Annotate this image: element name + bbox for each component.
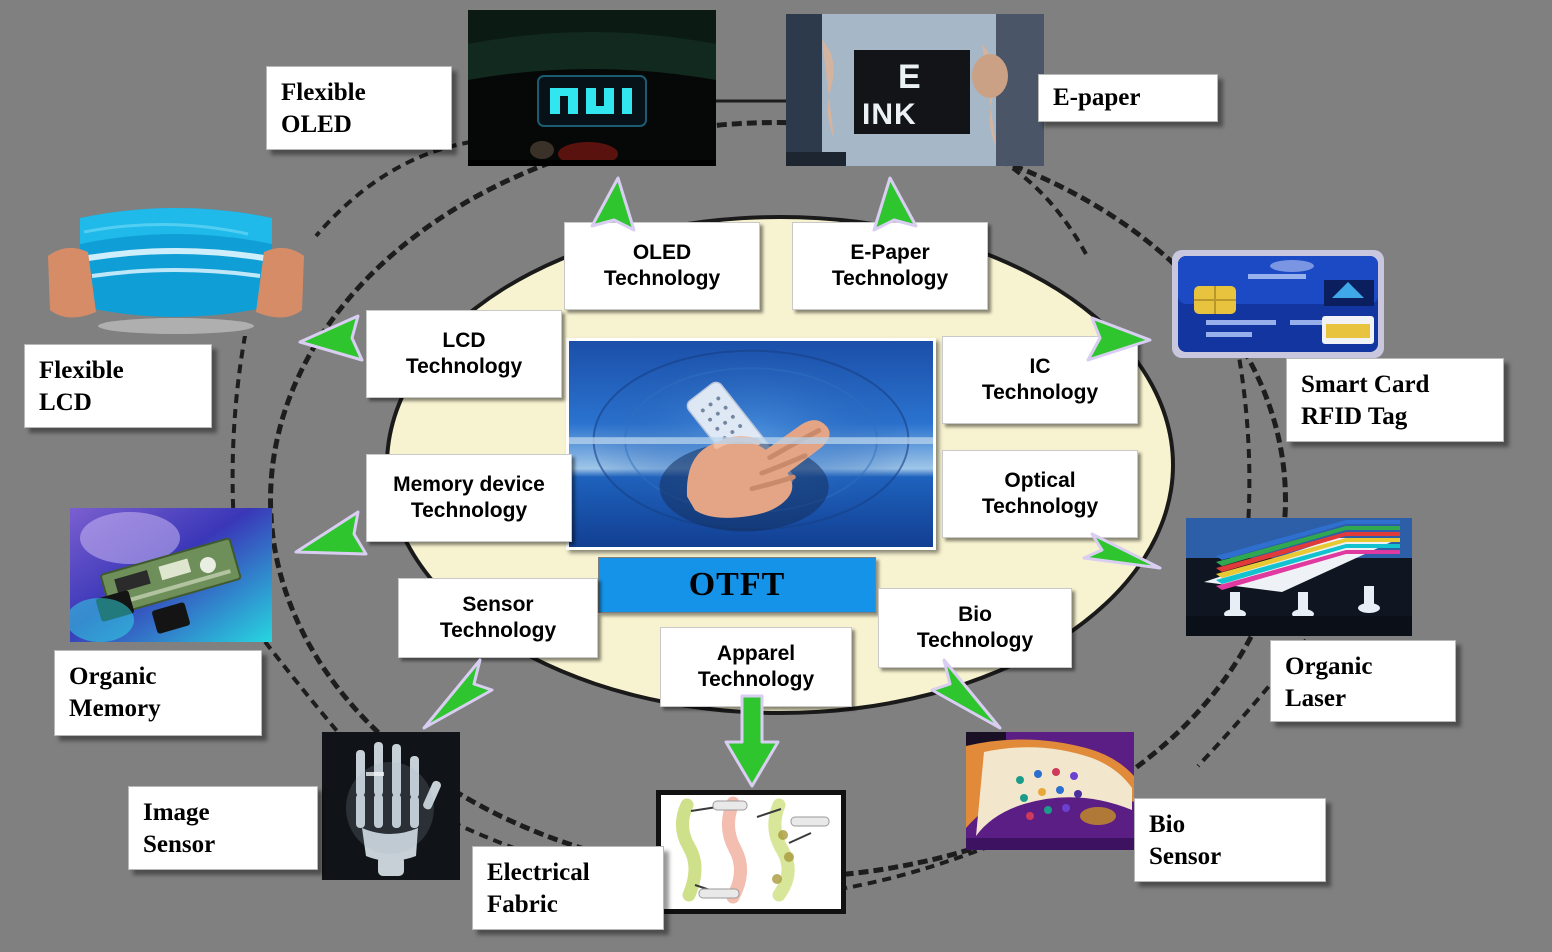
tech-box-lcd-line2: Technology [405, 355, 523, 378]
smart-card-photo [1172, 250, 1384, 358]
arrow-to-organic-laser [1082, 528, 1162, 572]
arrow-to-flexible-oled [588, 176, 652, 232]
caption-bio-sensor-line2: Sensor [1149, 843, 1222, 870]
arrow-to-bio-sensor [930, 658, 1002, 732]
diagram-canvas: OTFT OLED Technology E-Paper Technology … [0, 0, 1552, 952]
caption-flexible-lcd-line2: LCD [39, 389, 92, 416]
caption-organic-memory[interactable]: Organic Memory [54, 650, 262, 736]
caption-e-paper[interactable]: E-paper [1038, 74, 1218, 122]
caption-organic-laser-line2: Laser [1285, 685, 1347, 712]
caption-flexible-oled[interactable]: Flexible OLED [266, 66, 452, 150]
arrow-to-e-paper [856, 176, 920, 232]
caption-organic-memory-line2: Memory [69, 695, 161, 722]
caption-image-sensor-line1: Image [143, 799, 210, 826]
tech-box-optical[interactable]: Optical Technology [942, 450, 1138, 538]
caption-flexible-oled-line1: Flexible [281, 79, 366, 106]
caption-smart-card-line2: RFID Tag [1301, 403, 1408, 430]
arrow-to-image-sensor [422, 658, 494, 732]
flexible-lcd-photo [48, 196, 304, 336]
organic-laser-photo-art [1186, 518, 1412, 636]
electrical-fabric-photo-art [661, 795, 841, 909]
caption-flexible-oled-line2: OLED [281, 111, 352, 138]
caption-bio-sensor-line1: Bio [1149, 811, 1186, 838]
tech-box-optical-line1: Optical [1004, 469, 1076, 493]
caption-image-sensor-line2: Sensor [143, 831, 216, 858]
caption-organic-laser[interactable]: Organic Laser [1270, 640, 1456, 722]
caption-organic-laser-line1: Organic [1285, 653, 1373, 680]
caption-smart-card-line1: Smart Card [1301, 371, 1430, 398]
tech-box-optical-line2: Technology [981, 495, 1099, 518]
tech-box-bio[interactable]: Bio Technology [878, 588, 1072, 668]
otft-center-photo [566, 338, 936, 550]
bio-sensor-photo-art [966, 732, 1134, 850]
smart-card-photo-art [1172, 250, 1384, 358]
tech-box-epaper[interactable]: E-Paper Technology [792, 222, 988, 310]
image-sensor-photo-art [322, 732, 460, 880]
flexible-oled-photo-art [468, 10, 716, 166]
image-sensor-photo [322, 732, 460, 880]
tech-box-memory[interactable]: Memory device Technology [366, 454, 572, 542]
tech-box-bio-line1: Bio [958, 603, 992, 627]
tech-box-oled-line1: OLED [632, 241, 692, 265]
arrow-to-electrical-fabric [724, 694, 780, 788]
caption-electrical-fabric[interactable]: Electrical Fabric [472, 846, 664, 930]
caption-organic-memory-line1: Organic [69, 663, 157, 690]
organic-laser-photo [1186, 518, 1412, 636]
e-ink-photo: E INK [786, 14, 1044, 166]
tech-box-oled-line2: Technology [603, 267, 721, 290]
arrow-to-smart-card [1084, 316, 1152, 364]
tech-box-lcd-line1: LCD [442, 329, 486, 353]
tech-box-sensor-line2: Technology [439, 619, 557, 642]
otft-center-label: OTFT [598, 557, 876, 613]
tech-box-apparel-line2: Technology [697, 668, 815, 691]
svg-text:INK: INK [862, 98, 917, 131]
flexible-oled-photo [468, 10, 716, 166]
leader-line-smart-card [1228, 329, 1272, 530]
organic-memory-photo [70, 508, 272, 642]
leader-line-flexible-lcd [212, 319, 252, 530]
bio-sensor-photo [966, 732, 1134, 850]
svg-text:E: E [898, 58, 921, 96]
caption-image-sensor[interactable]: Image Sensor [128, 786, 318, 870]
caption-flexible-lcd[interactable]: Flexible LCD [24, 344, 212, 428]
caption-bio-sensor[interactable]: Bio Sensor [1134, 798, 1326, 882]
electrical-fabric-photo [656, 790, 846, 914]
tech-box-lcd[interactable]: LCD Technology [366, 310, 562, 398]
tech-box-memory-line2: Technology [410, 499, 528, 522]
caption-electrical-fabric-line1: Electrical [487, 859, 590, 886]
arrow-to-flexible-lcd [298, 314, 366, 364]
e-ink-photo-art: E INK [786, 14, 1044, 166]
tech-box-epaper-line2: Technology [831, 267, 949, 290]
tech-box-memory-line1: Memory device [393, 473, 545, 497]
caption-flexible-lcd-line1: Flexible [39, 357, 124, 384]
leader-line-flexible-oled-to-epaper [714, 96, 794, 106]
tech-box-epaper-line1: E-Paper [850, 241, 930, 265]
tech-box-apparel-line1: Apparel [716, 642, 796, 666]
otft-center-photo-art [569, 341, 933, 547]
tech-box-sensor-line1: Sensor [462, 593, 534, 617]
caption-electrical-fabric-line2: Fabric [487, 891, 558, 918]
tech-box-ic-line2: Technology [981, 381, 1099, 404]
tech-box-oled[interactable]: OLED Technology [564, 222, 760, 310]
flexible-lcd-photo-art [48, 196, 304, 336]
organic-memory-photo-art [70, 508, 272, 642]
caption-e-paper-line1: E-paper [1053, 84, 1141, 111]
tech-box-bio-line2: Technology [916, 629, 1034, 652]
caption-smart-card[interactable]: Smart Card RFID Tag [1286, 358, 1504, 442]
tech-box-sensor[interactable]: Sensor Technology [398, 578, 598, 658]
tech-box-ic-line1: IC [1029, 355, 1051, 379]
arrow-to-organic-memory [294, 508, 368, 560]
